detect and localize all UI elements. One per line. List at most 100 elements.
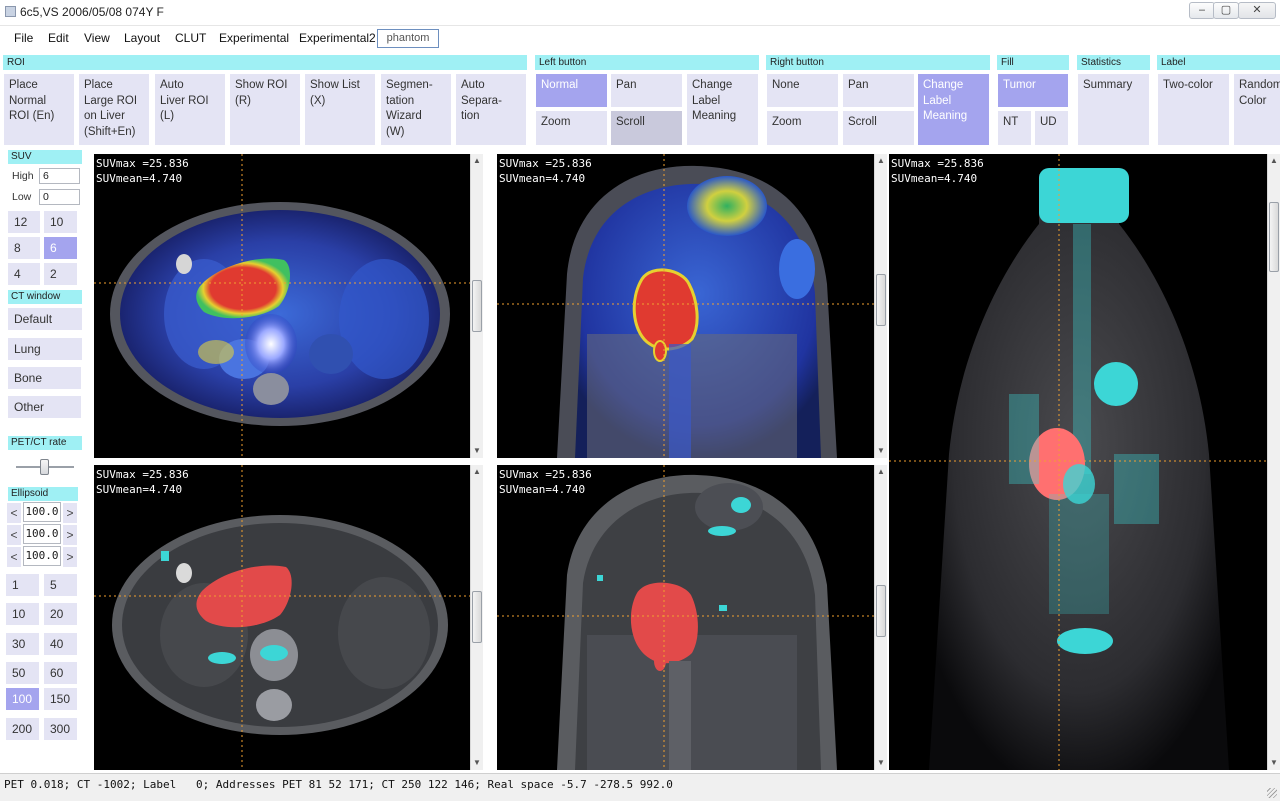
menu-layout[interactable]: Layout bbox=[124, 31, 160, 45]
suv-low-input[interactable]: 0 bbox=[39, 189, 80, 205]
ellipsoid-x-input[interactable]: 100.0 bbox=[23, 502, 61, 522]
left-pan-button[interactable]: Pan bbox=[611, 74, 682, 107]
ellipsoid-preset-30[interactable]: 30 bbox=[6, 633, 39, 655]
right-none-button[interactable]: None bbox=[767, 74, 838, 107]
axial-ct-scroll-thumb[interactable] bbox=[472, 591, 482, 643]
ellipsoid-y-input[interactable]: 100.0 bbox=[23, 524, 61, 544]
place-large-roi-button[interactable]: Place Large ROI on Liver (Shift+En) bbox=[79, 74, 149, 145]
suv-preset-12[interactable]: 12 bbox=[8, 211, 40, 233]
scroll-up-icon[interactable]: ▲ bbox=[875, 467, 887, 477]
fill-nt-button[interactable]: NT bbox=[998, 111, 1031, 145]
ellipsoid-preset-20[interactable]: 20 bbox=[44, 603, 77, 625]
coronal-ct-viewport[interactable]: SUVmax =25.836 SUVmean=4.740 bbox=[497, 465, 874, 770]
suv-preset-6[interactable]: 6 bbox=[44, 237, 77, 259]
right-change-label-button[interactable]: Change Label Meaning bbox=[918, 74, 989, 145]
petct-rate-slider-thumb[interactable] bbox=[40, 459, 49, 475]
coronal-fused-scroll-thumb[interactable] bbox=[876, 274, 886, 326]
ellipsoid-preset-200[interactable]: 200 bbox=[6, 718, 39, 740]
left-normal-button[interactable]: Normal bbox=[536, 74, 607, 107]
two-color-button[interactable]: Two-color bbox=[1158, 74, 1229, 145]
ellipsoid-preset-100[interactable]: 100 bbox=[6, 688, 39, 710]
suv-preset-2[interactable]: 2 bbox=[44, 263, 77, 285]
random-color-button[interactable]: Random Color bbox=[1234, 74, 1280, 145]
menu-clut[interactable]: CLUT bbox=[175, 31, 206, 45]
auto-liver-roi-button[interactable]: Auto Liver ROI (L) bbox=[155, 74, 225, 145]
ellipsoid-preset-300[interactable]: 300 bbox=[44, 718, 77, 740]
right-scroll-button[interactable]: Scroll bbox=[843, 111, 914, 145]
scroll-down-icon[interactable]: ▼ bbox=[471, 446, 483, 456]
axial-ct-viewport[interactable]: SUVmax =25.836 SUVmean=4.740 bbox=[94, 465, 470, 770]
ellipsoid-preset-5[interactable]: 5 bbox=[44, 574, 77, 596]
menu-experimental[interactable]: Experimental bbox=[219, 31, 289, 45]
ellipsoid-preset-60[interactable]: 60 bbox=[44, 662, 77, 684]
summary-button[interactable]: Summary bbox=[1078, 74, 1149, 145]
ellipsoid-preset-1[interactable]: 1 bbox=[6, 574, 39, 596]
scroll-down-icon[interactable]: ▼ bbox=[471, 758, 483, 768]
right-pan-button[interactable]: Pan bbox=[843, 74, 914, 107]
coronal-fused-suv-readout: SUVmax =25.836 SUVmean=4.740 bbox=[499, 157, 592, 185]
coronal-ct-scroll-thumb[interactable] bbox=[876, 585, 886, 637]
coronal-ct-image bbox=[497, 465, 874, 770]
menu-edit[interactable]: Edit bbox=[48, 31, 69, 45]
left-change-label-button[interactable]: Change Label Meaning bbox=[687, 74, 758, 145]
coronal-fused-viewport[interactable]: SUVmax =25.836 SUVmean=4.740 bbox=[497, 154, 874, 458]
ct-window-default-button[interactable]: Default bbox=[8, 308, 82, 330]
scroll-down-icon[interactable]: ▼ bbox=[875, 758, 887, 768]
axial-fused-viewport[interactable]: SUVmax =25.836 SUVmean=4.740 bbox=[94, 154, 470, 458]
left-zoom-button[interactable]: Zoom bbox=[536, 111, 607, 145]
ellipsoid-y-increase-button[interactable]: > bbox=[63, 525, 77, 545]
coronal-fused-scrollbar[interactable]: ▲ ▼ bbox=[874, 154, 887, 458]
close-button[interactable]: ✕ bbox=[1238, 2, 1276, 19]
menu-file[interactable]: File bbox=[14, 31, 33, 45]
coronal-fused-image bbox=[497, 154, 874, 458]
suv-high-label: High bbox=[12, 170, 34, 182]
suv-preset-10[interactable]: 10 bbox=[44, 211, 77, 233]
ct-window-bone-button[interactable]: Bone bbox=[8, 367, 81, 389]
ellipsoid-z-decrease-button[interactable]: < bbox=[7, 547, 21, 567]
scroll-down-icon[interactable]: ▼ bbox=[875, 446, 887, 456]
show-roi-button[interactable]: Show ROI (R) bbox=[230, 74, 300, 145]
scroll-up-icon[interactable]: ▲ bbox=[875, 156, 887, 166]
auto-separation-button[interactable]: Auto Separa- tion bbox=[456, 74, 526, 145]
maximize-button[interactable]: ▢ bbox=[1213, 2, 1239, 19]
scroll-up-icon[interactable]: ▲ bbox=[471, 156, 483, 166]
ellipsoid-z-increase-button[interactable]: > bbox=[63, 547, 77, 567]
ellipsoid-z-input[interactable]: 100.0 bbox=[23, 546, 61, 566]
ellipsoid-x-increase-button[interactable]: > bbox=[63, 503, 77, 523]
right-zoom-button[interactable]: Zoom bbox=[767, 111, 838, 145]
suv-preset-4[interactable]: 4 bbox=[8, 263, 40, 285]
axial-fused-scrollbar[interactable]: ▲ ▼ bbox=[470, 154, 483, 458]
menu-phantom-tab[interactable]: phantom bbox=[377, 29, 439, 48]
mip-scrollbar[interactable]: ▲ ▼ bbox=[1267, 154, 1280, 770]
coronal-ct-scrollbar[interactable]: ▲ ▼ bbox=[874, 465, 887, 770]
suv-high-input[interactable]: 6 bbox=[39, 168, 80, 184]
ellipsoid-preset-50[interactable]: 50 bbox=[6, 662, 39, 684]
axial-ct-scrollbar[interactable]: ▲ ▼ bbox=[470, 465, 483, 770]
ellipsoid-preset-40[interactable]: 40 bbox=[44, 633, 77, 655]
place-normal-roi-button[interactable]: Place Normal ROI (En) bbox=[4, 74, 74, 145]
mip-scroll-thumb[interactable] bbox=[1269, 202, 1279, 272]
ellipsoid-y-decrease-button[interactable]: < bbox=[7, 525, 21, 545]
axial-fused-scroll-thumb[interactable] bbox=[472, 280, 482, 332]
ellipsoid-preset-150[interactable]: 150 bbox=[44, 688, 77, 710]
ellipsoid-x-decrease-button[interactable]: < bbox=[7, 503, 21, 523]
menu-experimental2[interactable]: Experimental2 bbox=[299, 31, 376, 45]
left-scroll-button[interactable]: Scroll bbox=[611, 111, 682, 145]
scroll-down-icon[interactable]: ▼ bbox=[1268, 758, 1280, 768]
mip-viewport[interactable]: SUVmax =25.836 SUVmean=4.740 bbox=[889, 154, 1267, 770]
ellipsoid-preset-10[interactable]: 10 bbox=[6, 603, 39, 625]
show-list-button[interactable]: Show List (X) bbox=[305, 74, 375, 145]
minimize-button[interactable]: ‒ bbox=[1189, 2, 1215, 19]
segmentation-wizard-button[interactable]: Segmen- tation Wizard (W) bbox=[381, 74, 451, 145]
statistics-group-header: Statistics bbox=[1077, 55, 1150, 70]
fill-ud-button[interactable]: UD bbox=[1035, 111, 1068, 145]
scroll-up-icon[interactable]: ▲ bbox=[1268, 156, 1280, 166]
suv-preset-8[interactable]: 8 bbox=[8, 237, 40, 259]
ct-window-lung-button[interactable]: Lung bbox=[8, 338, 82, 360]
fill-tumor-button[interactable]: Tumor bbox=[998, 74, 1068, 107]
ct-window-other-button[interactable]: Other bbox=[8, 396, 81, 418]
resize-grip-icon[interactable] bbox=[1267, 788, 1277, 798]
menu-view[interactable]: View bbox=[84, 31, 110, 45]
label-group-header: Label bbox=[1157, 55, 1280, 70]
scroll-up-icon[interactable]: ▲ bbox=[471, 467, 483, 477]
